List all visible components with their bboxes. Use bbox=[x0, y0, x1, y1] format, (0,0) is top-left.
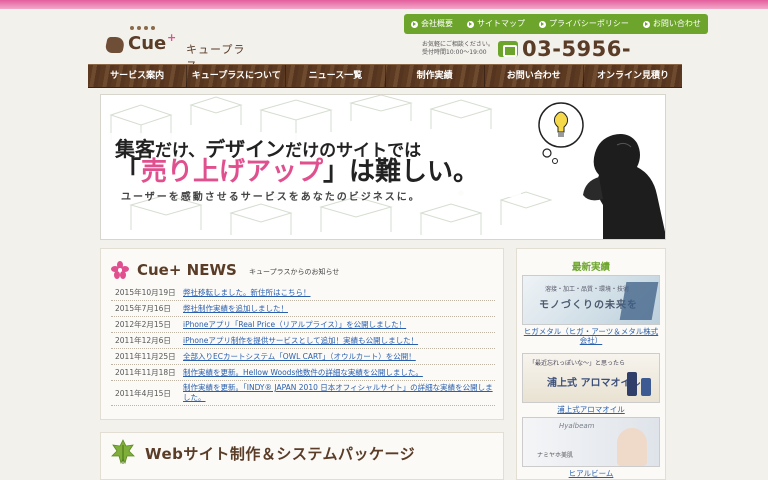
work-thumbnail[interactable]: Hyalbeam ナミヤホ美肌 bbox=[522, 417, 660, 467]
hero-tagline: ユーザーを感動させるサービスをあなたのビジネスに。 bbox=[121, 192, 421, 203]
news-date: 2015年10月19日 bbox=[115, 288, 176, 297]
latest-works-title: 最新実績 bbox=[571, 262, 610, 273]
news-item: 2011年12月6日 iPhoneアプリ制作を提供サービスとして追加！実績も公開… bbox=[111, 333, 495, 349]
news-item: 2011年4月15日 制作実績を更新。「INDY® JAPAN 2010 日本オ… bbox=[111, 381, 495, 406]
web-section-title: Webサイト制作＆システムパッケージ bbox=[145, 445, 416, 463]
nav-about[interactable]: キュープラスについて bbox=[187, 65, 287, 87]
logo-name: Cue bbox=[128, 33, 167, 54]
news-item: 2015年7月16日 弊社制作実績を追加しました！ bbox=[111, 301, 495, 317]
topnav-contact[interactable]: お問い合わせ bbox=[636, 14, 708, 34]
news-item: 2012年2月15日 iPhoneアプリ「Real Price（リアルプライス）… bbox=[111, 317, 495, 333]
leaf-icon bbox=[111, 439, 135, 465]
contact-note: お気軽にご相談ください。 受付時間10:00〜19:00 bbox=[422, 41, 494, 56]
site-header: Cue + キュープラス 会社概要 サイトマップ プライバシーポリシー お問い合… bbox=[88, 9, 708, 85]
arrow-bullet-icon bbox=[467, 20, 474, 28]
topnav-company[interactable]: 会社概要 bbox=[404, 14, 460, 34]
phone-icon bbox=[498, 41, 518, 57]
news-item: 2015年10月19日 弊社移転しました。新住所はこちら！ bbox=[111, 285, 495, 301]
thinker-statue-illustration bbox=[538, 102, 665, 239]
topnav-sitemap[interactable]: サイトマップ bbox=[460, 14, 532, 34]
topnav-privacy[interactable]: プライバシーポリシー bbox=[532, 14, 636, 34]
news-date: 2012年2月15日 bbox=[115, 320, 171, 329]
work-caption[interactable]: ヒアルビーム bbox=[522, 469, 660, 478]
news-date: 2015年7月16日 bbox=[115, 304, 171, 313]
arrow-bullet-icon bbox=[411, 20, 418, 28]
work-caption[interactable]: 浦上式アロマオイル bbox=[522, 405, 660, 414]
news-date: 2011年12月6日 bbox=[115, 336, 171, 345]
flower-icon bbox=[111, 261, 129, 279]
news-link[interactable]: iPhoneアプリ制作を提供サービスとして追加！実績も公開しました！ bbox=[183, 336, 495, 346]
news-panel: Cue+ NEWS キュープラスからのお知らせ 2015年10月19日 弊社移転… bbox=[100, 248, 504, 420]
top-pink-stripe bbox=[0, 0, 768, 9]
main-nav: サービス案内 キュープラスについて ニュース一覧 制作実績 お問い合わせ オンラ… bbox=[88, 64, 682, 88]
utility-nav: 会社概要 サイトマップ プライバシーポリシー お問い合わせ bbox=[404, 14, 708, 34]
news-link[interactable]: 弊社移転しました。新住所はこちら！ bbox=[183, 288, 495, 298]
arrow-bullet-icon bbox=[539, 20, 546, 28]
contact-block: お気軽にご相談ください。 受付時間10:00〜19:00 03-5956-379… bbox=[422, 37, 682, 85]
news-date: 2011年11月18日 bbox=[115, 368, 176, 377]
work-thumbnail[interactable]: 溶接・加工・品質・環境・技術 モノづくりの未来を bbox=[522, 275, 660, 325]
news-list: 2015年10月19日 弊社移転しました。新住所はこちら！ 2015年7月16日… bbox=[111, 285, 495, 406]
work-item-hyalbeam[interactable]: Hyalbeam ナミヤホ美肌 ヒアルビーム bbox=[522, 417, 660, 478]
logo-dots bbox=[130, 23, 158, 32]
news-header: Cue+ NEWS キュープラスからのお知らせ bbox=[109, 259, 497, 281]
news-subtitle: キュープラスからのお知らせ bbox=[249, 268, 340, 276]
nav-services[interactable]: サービス案内 bbox=[88, 65, 188, 87]
news-item: 2011年11月18日 制作実績を更新。Hellow Woods他数件の詳細な実… bbox=[111, 365, 495, 381]
hero-banner[interactable]: 集客だけ、デザインだけのサイトでは 「売り上げアップ」は難しい。 ユーザーを感動… bbox=[100, 94, 666, 240]
hero-headline-2: 「売り上げアップ」は難しい。 bbox=[115, 157, 480, 187]
news-link[interactable]: iPhoneアプリ「Real Price（リアルプライス）」を公開しました！ bbox=[183, 320, 495, 330]
brush-icon bbox=[104, 37, 126, 53]
nav-contact[interactable]: お問い合わせ bbox=[485, 65, 584, 87]
news-title: Cue+ NEWS bbox=[137, 261, 237, 279]
news-link[interactable]: 弊社制作実績を追加しました！ bbox=[183, 304, 495, 314]
news-date: 2011年4月15日 bbox=[115, 388, 171, 398]
site-logo[interactable]: Cue + キュープラス bbox=[104, 23, 246, 72]
news-link[interactable]: 制作実績を更新。「INDY® JAPAN 2010 日本オフィシャルサイト」の詳… bbox=[183, 383, 495, 403]
news-link[interactable]: 制作実績を更新。Hellow Woods他数件の詳細な実績を公開しました。 bbox=[183, 368, 495, 378]
work-caption[interactable]: ヒガメタル（ヒガ・アーツ＆メタル株式会社） bbox=[522, 327, 660, 345]
arrow-bullet-icon bbox=[642, 20, 650, 28]
news-item: 2011年11月25日 全部入りECカートシステム「OWL CART」（オウルカ… bbox=[111, 349, 495, 365]
nav-works[interactable]: 制作実績 bbox=[386, 65, 485, 87]
work-item-higametal[interactable]: 溶接・加工・品質・環境・技術 モノづくりの未来を ヒガメタル（ヒガ・アーツ＆メタ… bbox=[522, 275, 660, 345]
logo-plus: + bbox=[167, 31, 177, 44]
nav-news[interactable]: ニュース一覧 bbox=[286, 65, 386, 87]
work-thumbnail[interactable]: 「最近忘れっぽいな～」と思ったら 浦上式 アロマオイル bbox=[522, 353, 660, 403]
news-date: 2011年11月25日 bbox=[115, 352, 176, 361]
latest-works-sidebar: 最新実績 溶接・加工・品質・環境・技術 モノづくりの未来を ヒガメタル（ヒガ・ア… bbox=[516, 248, 666, 480]
web-production-panel: Webサイト制作＆システムパッケージ bbox=[100, 432, 504, 480]
nav-estimate[interactable]: オンライン見積り bbox=[584, 65, 682, 87]
work-item-aroma[interactable]: 「最近忘れっぽいな～」と思ったら 浦上式 アロマオイル 浦上式アロマオイル bbox=[522, 353, 660, 414]
news-link[interactable]: 全部入りECカートシステム「OWL CART」（オウルカート）を公開！ bbox=[183, 352, 495, 362]
